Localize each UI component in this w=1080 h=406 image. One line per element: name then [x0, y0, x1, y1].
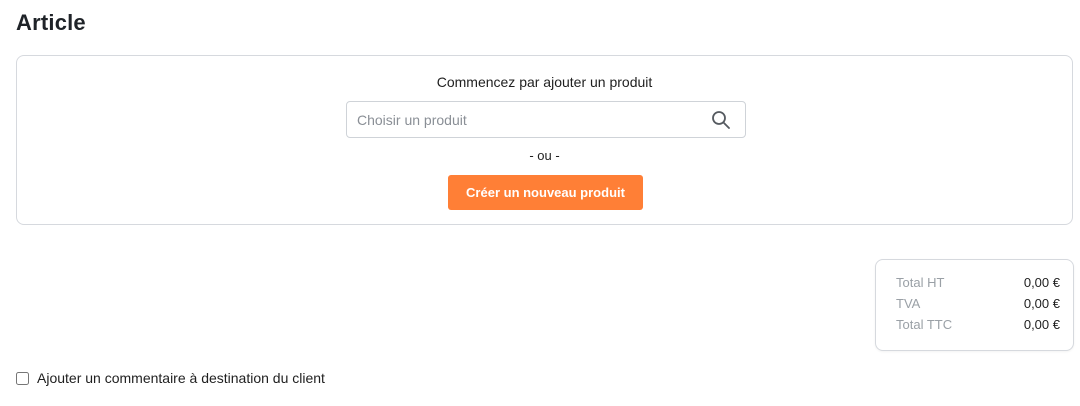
total-ttc-label: Total TTC — [896, 317, 953, 332]
search-icon[interactable] — [711, 110, 731, 130]
tva-row: TVA 0,00 € — [896, 296, 1060, 316]
create-product-button[interactable]: Créer un nouveau produit — [448, 175, 643, 210]
total-ttc-row: Total TTC 0,00 € — [896, 317, 1060, 337]
or-separator: - ou - — [529, 148, 560, 163]
tva-label: TVA — [896, 296, 921, 311]
client-comment-checkbox[interactable] — [16, 371, 29, 385]
product-search-box[interactable] — [346, 101, 746, 138]
totals-summary: Total HT 0,00 € TVA 0,00 € Total TTC 0,0… — [875, 259, 1074, 351]
total-ht-label: Total HT — [896, 275, 945, 290]
tva-value: 0,00 € — [1023, 296, 1060, 311]
client-comment-option[interactable]: Ajouter un commentaire à destination du … — [16, 368, 325, 388]
total-ht-value: 0,00 € — [1023, 275, 1060, 290]
page-title: Article — [16, 10, 86, 35]
add-product-prompt: Commencez par ajouter un produit — [436, 74, 653, 90]
add-product-card: Commencez par ajouter un produit - ou - … — [16, 55, 1073, 225]
product-search-input[interactable] — [347, 102, 687, 137]
total-ttc-value: 0,00 € — [1023, 317, 1060, 332]
client-comment-label[interactable]: Ajouter un commentaire à destination du … — [37, 370, 325, 386]
total-ht-row: Total HT 0,00 € — [896, 275, 1060, 295]
